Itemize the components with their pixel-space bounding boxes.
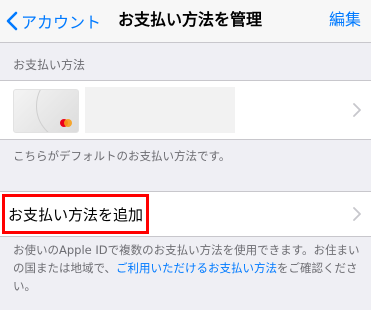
back-button-label: アカウント: [21, 13, 102, 32]
default-payment-note: こちらがデフォルトのお支払い方法です。: [13, 149, 231, 163]
payment-method-row[interactable]: [0, 80, 371, 140]
chevron-right-icon: [353, 103, 361, 117]
add-payment-method-label: お支払い方法を追加: [8, 205, 144, 224]
card-thumbnail: [13, 89, 79, 133]
page-title: お支払い方法を管理: [117, 10, 262, 29]
card-details-redacted: [85, 87, 235, 133]
info-note: お使いのApple IDで複数のお支払い方法を使用できます。お住まいの国または地…: [13, 241, 361, 295]
add-payment-method-row[interactable]: お支払い方法を追加: [0, 191, 371, 237]
highlight-box: お支払い方法を追加: [2, 194, 150, 234]
mastercard-logo-icon: [60, 119, 72, 127]
section-header-payment-methods: お支払い方法: [13, 58, 86, 72]
available-payment-methods-link[interactable]: ご利用いただけるお支払い方法: [116, 261, 277, 275]
chevron-left-icon: [6, 11, 18, 31]
edit-button[interactable]: 編集: [329, 9, 361, 31]
navigation-bar: アカウント お支払い方法を管理 編集: [0, 0, 371, 43]
back-button[interactable]: アカウント: [6, 9, 101, 33]
chevron-right-icon: [353, 207, 361, 221]
